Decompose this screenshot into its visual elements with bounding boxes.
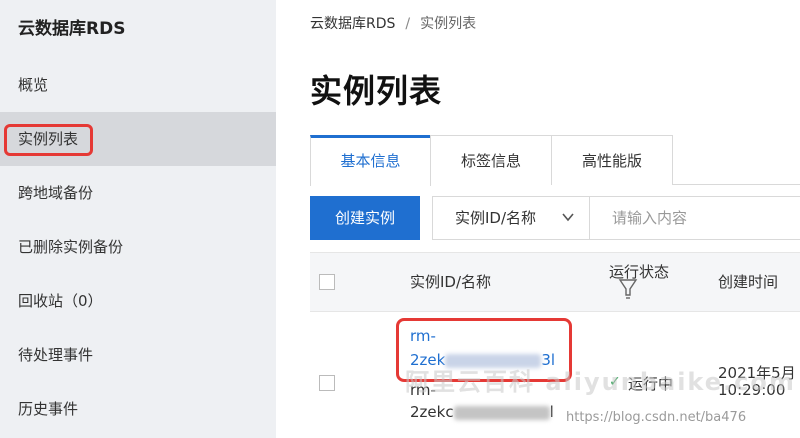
- filter-select[interactable]: 实例ID/名称: [432, 196, 590, 240]
- sidebar-item-label: 待处理事件: [18, 346, 94, 364]
- instance-name-cont: 2zekc l: [410, 403, 554, 421]
- breadcrumb: 云数据库RDS / 实例列表: [310, 13, 476, 33]
- breadcrumb-separator: /: [405, 16, 411, 32]
- search-input[interactable]: 请输入内容: [590, 196, 800, 240]
- create-instance-button[interactable]: 创建实例: [310, 196, 420, 240]
- sidebar-item-pending-events[interactable]: 待处理事件: [0, 328, 276, 382]
- sidebar-item-label: 历史事件: [18, 400, 79, 418]
- row-checkbox[interactable]: [319, 375, 335, 391]
- sidebar-item-label: 跨地域备份: [18, 184, 94, 202]
- sidebar-title: 云数据库RDS: [18, 19, 126, 39]
- filter-select-value: 实例ID/名称: [455, 209, 537, 227]
- sidebar-item-deleted-backups[interactable]: 已删除实例备份: [0, 220, 276, 274]
- breadcrumb-current: 实例列表: [420, 16, 477, 32]
- sidebar-item-recycle-bin[interactable]: 回收站（0）: [0, 274, 276, 328]
- column-header-created: 创建时间: [718, 273, 779, 291]
- sidebar-item-label: 概览: [18, 76, 49, 94]
- instance-name-suffix: l: [549, 403, 554, 421]
- watermark-url: https://blog.csdn.net/ba476: [566, 410, 747, 425]
- redacted-name: [453, 405, 550, 420]
- breadcrumb-root[interactable]: 云数据库RDS: [310, 16, 395, 32]
- sidebar-item-label: 实例列表: [18, 130, 79, 148]
- instance-name-prefix: 2zekc: [410, 403, 454, 421]
- sidebar-item-history-events[interactable]: 历史事件: [0, 382, 276, 436]
- tab-tag-info[interactable]: 标签信息: [430, 135, 552, 185]
- sidebar-item-label: 回收站（0）: [18, 292, 103, 310]
- tab-high-performance[interactable]: 高性能版: [551, 135, 673, 185]
- chevron-down-icon: [562, 213, 574, 222]
- sidebar: 云数据库RDS 概览 实例列表 跨地域备份 已删除实例备份 回收站（0） 待处理…: [0, 0, 276, 438]
- tab-bar: 基本信息 标签信息 高性能版: [310, 135, 800, 186]
- sidebar-item-overview[interactable]: 概览: [0, 58, 276, 112]
- sidebar-item-label: 已删除实例备份: [18, 238, 124, 256]
- filter-icon[interactable]: [618, 278, 638, 300]
- page-title: 实例列表: [310, 72, 443, 110]
- column-header-id-name: 实例ID/名称: [410, 273, 492, 291]
- watermark: 阿里云百科 aliyunbaike.com: [405, 368, 796, 396]
- sidebar-item-cross-region-backup[interactable]: 跨地域备份: [0, 166, 276, 220]
- tab-basic-info[interactable]: 基本信息: [310, 135, 431, 186]
- select-all-checkbox[interactable]: [319, 274, 335, 290]
- sidebar-item-instances[interactable]: 实例列表: [0, 112, 276, 166]
